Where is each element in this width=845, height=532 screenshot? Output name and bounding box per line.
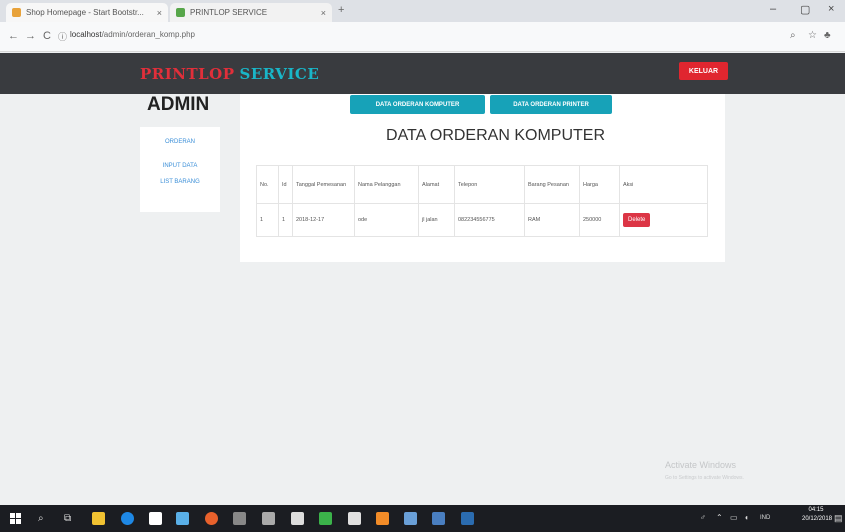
app-icon[interactable]	[461, 512, 474, 525]
sidebar-item-orderan[interactable]: ORDERAN	[140, 139, 220, 145]
task-view-icon[interactable]: ⧉	[64, 513, 71, 524]
activation-watermark-subtitle: Go to Settings to activate Windows.	[665, 475, 744, 481]
edge-browser-icon[interactable]	[121, 512, 134, 525]
column-header: Alamat	[418, 165, 455, 204]
brand-part1: PRINTLOP	[140, 65, 235, 83]
url-field[interactable]: localhost/admin/orderan_komp.php	[70, 30, 195, 39]
forward-button[interactable]: →	[25, 30, 36, 42]
tab-title: Shop Homepage - Start Bootstr...	[26, 8, 144, 17]
address-bar-row: ← → C ⓘ localhost/admin/orderan_komp.php…	[0, 22, 845, 52]
activation-watermark-title: Activate Windows	[665, 460, 737, 470]
delete-button[interactable]: Delete	[623, 213, 651, 227]
language-indicator[interactable]: IND	[760, 515, 770, 521]
table-cell: ode	[354, 203, 419, 237]
notification-icon[interactable]: ▤	[834, 513, 843, 524]
app-icon[interactable]	[376, 512, 389, 525]
taskbar-clock[interactable]: 04:15 20/12/2018	[802, 506, 833, 524]
app-icon[interactable]	[319, 512, 332, 525]
column-header: Telepon	[454, 165, 525, 204]
column-header: Tanggal Pemesanan	[292, 165, 355, 204]
column-header: Harga	[579, 165, 620, 204]
tab-title: PRINTLOP SERVICE	[190, 8, 268, 17]
clock-date: 20/12/2018	[802, 516, 833, 522]
search-icon[interactable]: ⌕	[790, 30, 796, 41]
app-icon[interactable]	[404, 512, 417, 525]
sidebar-menu: ORDERAN INPUT DATA LIST BARANG	[140, 127, 220, 212]
window-close-button[interactable]: ×	[828, 3, 834, 15]
reload-button[interactable]: C	[43, 30, 51, 42]
browser-tab-shop-homepage[interactable]: Shop Homepage - Start Bootstr... ×	[6, 3, 168, 22]
orders-table: No. Id Tanggal Pemesanan Nama Pelanggan …	[256, 165, 708, 237]
new-tab-button[interactable]: +	[338, 4, 344, 16]
table-cell: 2018-12-17	[292, 203, 355, 237]
brand-part2: SERVICE	[239, 65, 320, 83]
app-icon[interactable]	[291, 512, 304, 525]
tab-close-icon[interactable]: ×	[321, 8, 326, 18]
search-icon[interactable]: ⌕	[38, 513, 44, 524]
mail-icon[interactable]	[176, 512, 189, 525]
column-header: No.	[256, 165, 279, 204]
app-icon[interactable]	[262, 512, 275, 525]
page-title: DATA ORDERAN KOMPUTER	[240, 127, 725, 145]
sidebar-title: ADMIN	[147, 94, 210, 115]
extension-icon[interactable]: ♣	[824, 30, 831, 41]
tab-data-orderan-printer[interactable]: DATA ORDERAN PRINTER	[490, 95, 612, 114]
bookmark-star-icon[interactable]: ☆	[808, 30, 817, 41]
chrome-icon[interactable]	[205, 512, 218, 525]
windows-taskbar: ⌕ ⧉ ♂ ⌃ ▭ ◖ IND ▤	[0, 505, 845, 532]
table-cell: 082234556775	[454, 203, 525, 237]
people-icon[interactable]: ♂	[700, 513, 706, 522]
url-path: /admin/orderan_komp.php	[101, 30, 195, 39]
logout-button[interactable]: KELUAR	[679, 62, 728, 80]
app-icon[interactable]	[432, 512, 445, 525]
column-header: Barang Pesanan	[524, 165, 580, 204]
tray-chevron-icon[interactable]: ⌃	[716, 513, 723, 522]
url-host: localhost	[70, 30, 102, 39]
table-cell: 1	[256, 203, 279, 237]
sidebar-item-list-barang[interactable]: LIST BARANG	[140, 179, 220, 185]
page-title-text: DATA ORDERAN KOMPUTER	[386, 127, 605, 144]
tab-close-icon[interactable]: ×	[157, 8, 162, 18]
store-icon[interactable]	[149, 512, 162, 525]
maximize-button[interactable]: ▢	[800, 3, 810, 16]
browser-tab-strip: Shop Homepage - Start Bootstr... × PRINT…	[0, 0, 845, 22]
brand-logo[interactable]: PRINTLOP SERVICE	[140, 65, 319, 83]
minimize-button[interactable]: –	[770, 3, 776, 15]
battery-icon[interactable]: ▭	[730, 513, 738, 522]
table-cell: Delete	[619, 203, 708, 237]
table-cell: jl jalan	[418, 203, 455, 237]
app-icon[interactable]	[348, 512, 361, 525]
column-header: Nama Pelanggan	[354, 165, 419, 204]
table-cell: 1	[278, 203, 293, 237]
table-cell: 250000	[579, 203, 620, 237]
app-icon[interactable]	[233, 512, 246, 525]
column-header: Aksi	[619, 165, 708, 204]
table-cell: RAM	[524, 203, 580, 237]
table-header-row: No. Id Tanggal Pemesanan Nama Pelanggan …	[256, 165, 708, 204]
windows-start-icon[interactable]	[10, 513, 21, 524]
volume-icon[interactable]: ◖	[744, 513, 749, 522]
tab-data-orderan-komputer[interactable]: DATA ORDERAN KOMPUTER	[350, 95, 485, 114]
file-explorer-icon[interactable]	[92, 512, 105, 525]
sidebar-item-input-data[interactable]: INPUT DATA	[140, 163, 220, 169]
favicon-icon	[12, 8, 21, 17]
clock-time: 04:15	[808, 507, 824, 513]
table-row: 1 1 2018-12-17 ode jl jalan 082234556775…	[256, 203, 708, 237]
column-header: Id	[278, 165, 293, 204]
back-button[interactable]: ←	[8, 30, 19, 42]
favicon-icon	[176, 8, 185, 17]
browser-tab-printlop[interactable]: PRINTLOP SERVICE ×	[170, 3, 332, 22]
site-info-icon[interactable]: ⓘ	[58, 30, 67, 43]
